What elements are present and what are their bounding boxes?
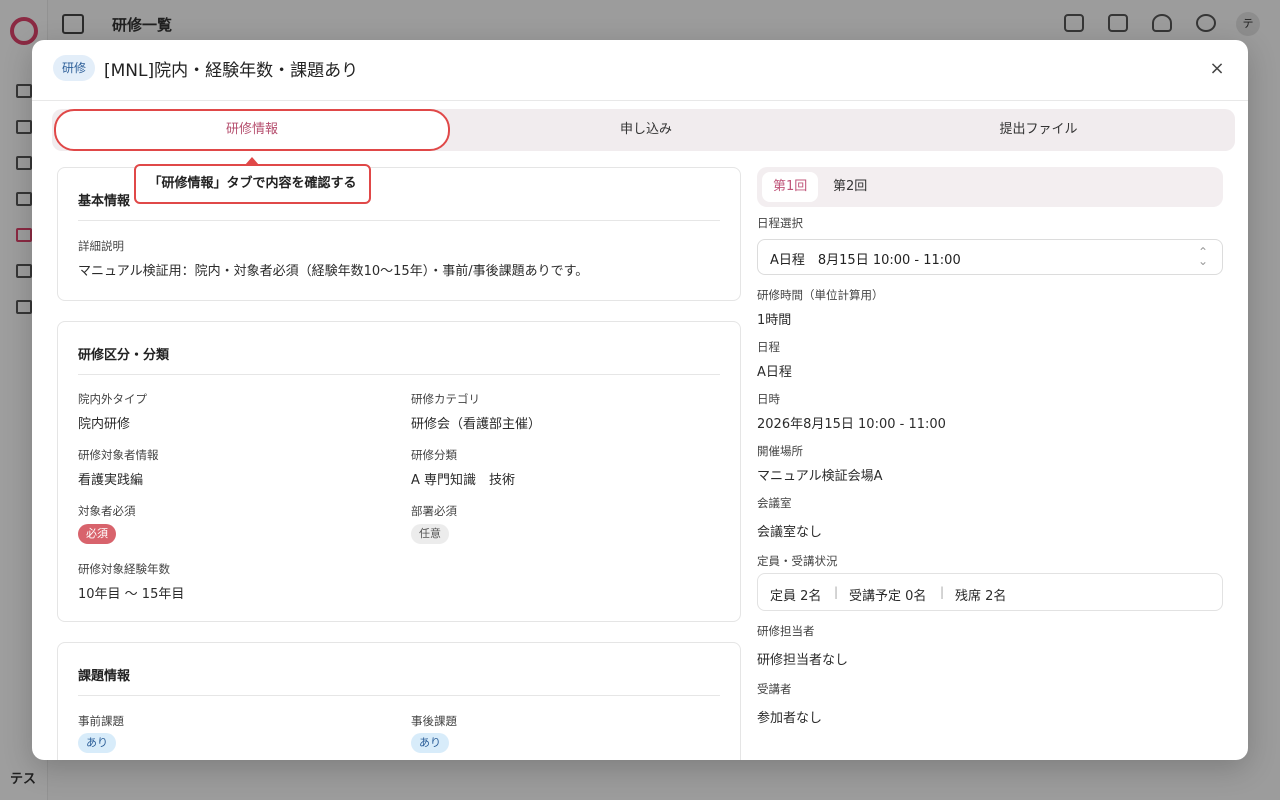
type-badge: 研修 [53,55,96,81]
detail-label: 詳細説明 [78,239,124,253]
enrolled-value: 受講予定 0名 [849,589,927,604]
divider [78,374,720,375]
tab-training-info[interactable]: 研修情報 [54,109,450,151]
schedule-select-label: 日程選択 [757,216,803,230]
remaining-value: 残席 2名 [955,589,1007,604]
classification-card: 研修区分・分類 院内外タイプ 院内研修 研修カテゴリ 研修会（看護部主催） 研修… [57,321,741,622]
staff-label: 研修担当者 [757,624,815,638]
card-title: 研修区分・分類 [78,348,170,363]
callout-arrow-icon [245,157,259,165]
pre-assignment-label: 事前課題 [78,714,124,728]
card-title: 基本情報 [78,194,131,209]
post-assignment-label: 事後課題 [411,714,457,728]
attendees-label: 受講者 [757,682,792,696]
room-label: 会議室 [757,496,792,510]
capacity-box: 定員 2名 | 受講予定 0名 | 残席 2名 [757,573,1223,611]
datetime-label: 日時 [757,392,780,406]
divider [78,695,720,696]
division-value: A 専門知識 技術 [411,473,516,488]
instruction-callout: 「研修情報」タブで内容を確認する [134,164,371,204]
category-value: 研修会（看護部主催） [411,417,542,432]
tab-application[interactable]: 申し込み [450,109,842,151]
card-title: 課題情報 [78,669,131,684]
staff-value: 研修担当者なし [757,653,849,668]
datetime-value: 2026年8月15日 10:00 - 11:00 [757,417,946,432]
session-tabs: 第1回 第2回 [757,167,1223,207]
inout-type-value: 院内研修 [78,417,131,432]
hours-label: 研修時間（単位計算用） [757,288,884,302]
experience-years-value: 10年目 〜 15年目 [78,587,185,602]
target-info-label: 研修対象者情報 [78,448,159,462]
capacity-label: 定員・受講状況 [757,554,838,568]
target-info-value: 看護実践編 [78,473,144,488]
tab-session-1[interactable]: 第1回 [762,172,819,202]
schedule-select[interactable]: A日程 8月15日 10:00 - 11:00 ⌃ ⌄ [757,239,1223,275]
schedule-select-value: A日程 8月15日 10:00 - 11:00 [770,253,961,268]
dept-required-badge: 任意 [411,524,449,544]
tab-session-2[interactable]: 第2回 [822,172,878,202]
experience-years-label: 研修対象経験年数 [78,562,170,576]
modal-title: [MNL]院内・経験年数・課題あり [104,61,359,81]
separator: | [834,585,839,599]
capacity-value: 定員 2名 [770,589,822,604]
required-badge: 必須 [78,524,116,544]
venue-label: 開催場所 [757,444,803,458]
venue-value: マニュアル検証会場A [757,469,883,484]
chevron-up-down-icon: ⌃ ⌄ [1197,245,1208,268]
division-label: 研修分類 [411,448,457,462]
category-label: 研修カテゴリ [411,392,480,406]
training-detail-modal: 研修 [MNL]院内・経験年数・課題あり × 研修情報 申し込み 提出ファイル … [32,40,1248,760]
attendees-value: 参加者なし [757,711,823,726]
required-label: 対象者必須 [78,504,136,518]
inout-type-label: 院内外タイプ [78,392,147,406]
tab-bar: 研修情報 申し込み 提出ファイル [52,109,1235,151]
modal-header: 研修 [MNL]院内・経験年数・課題あり × [32,40,1248,101]
room-value: 会議室なし [757,525,823,540]
divider [78,220,720,221]
schedule-label: 日程 [757,340,780,354]
close-icon[interactable]: × [1206,58,1228,80]
pre-assignment-badge: あり [78,733,116,753]
schedule-value: A日程 [757,365,792,380]
assignment-card: 課題情報 事前課題 あり 事後課題 あり [57,642,741,760]
dept-required-label: 部署必須 [411,504,457,518]
tab-submitted-files[interactable]: 提出ファイル [842,109,1235,151]
detail-value: マニュアル検証用：院内・対象者必須（経験年数10〜15年）・事前/事後課題ありで… [78,264,589,279]
separator: | [940,585,945,599]
hours-value: 1時間 [757,313,792,328]
post-assignment-badge: あり [411,733,449,753]
